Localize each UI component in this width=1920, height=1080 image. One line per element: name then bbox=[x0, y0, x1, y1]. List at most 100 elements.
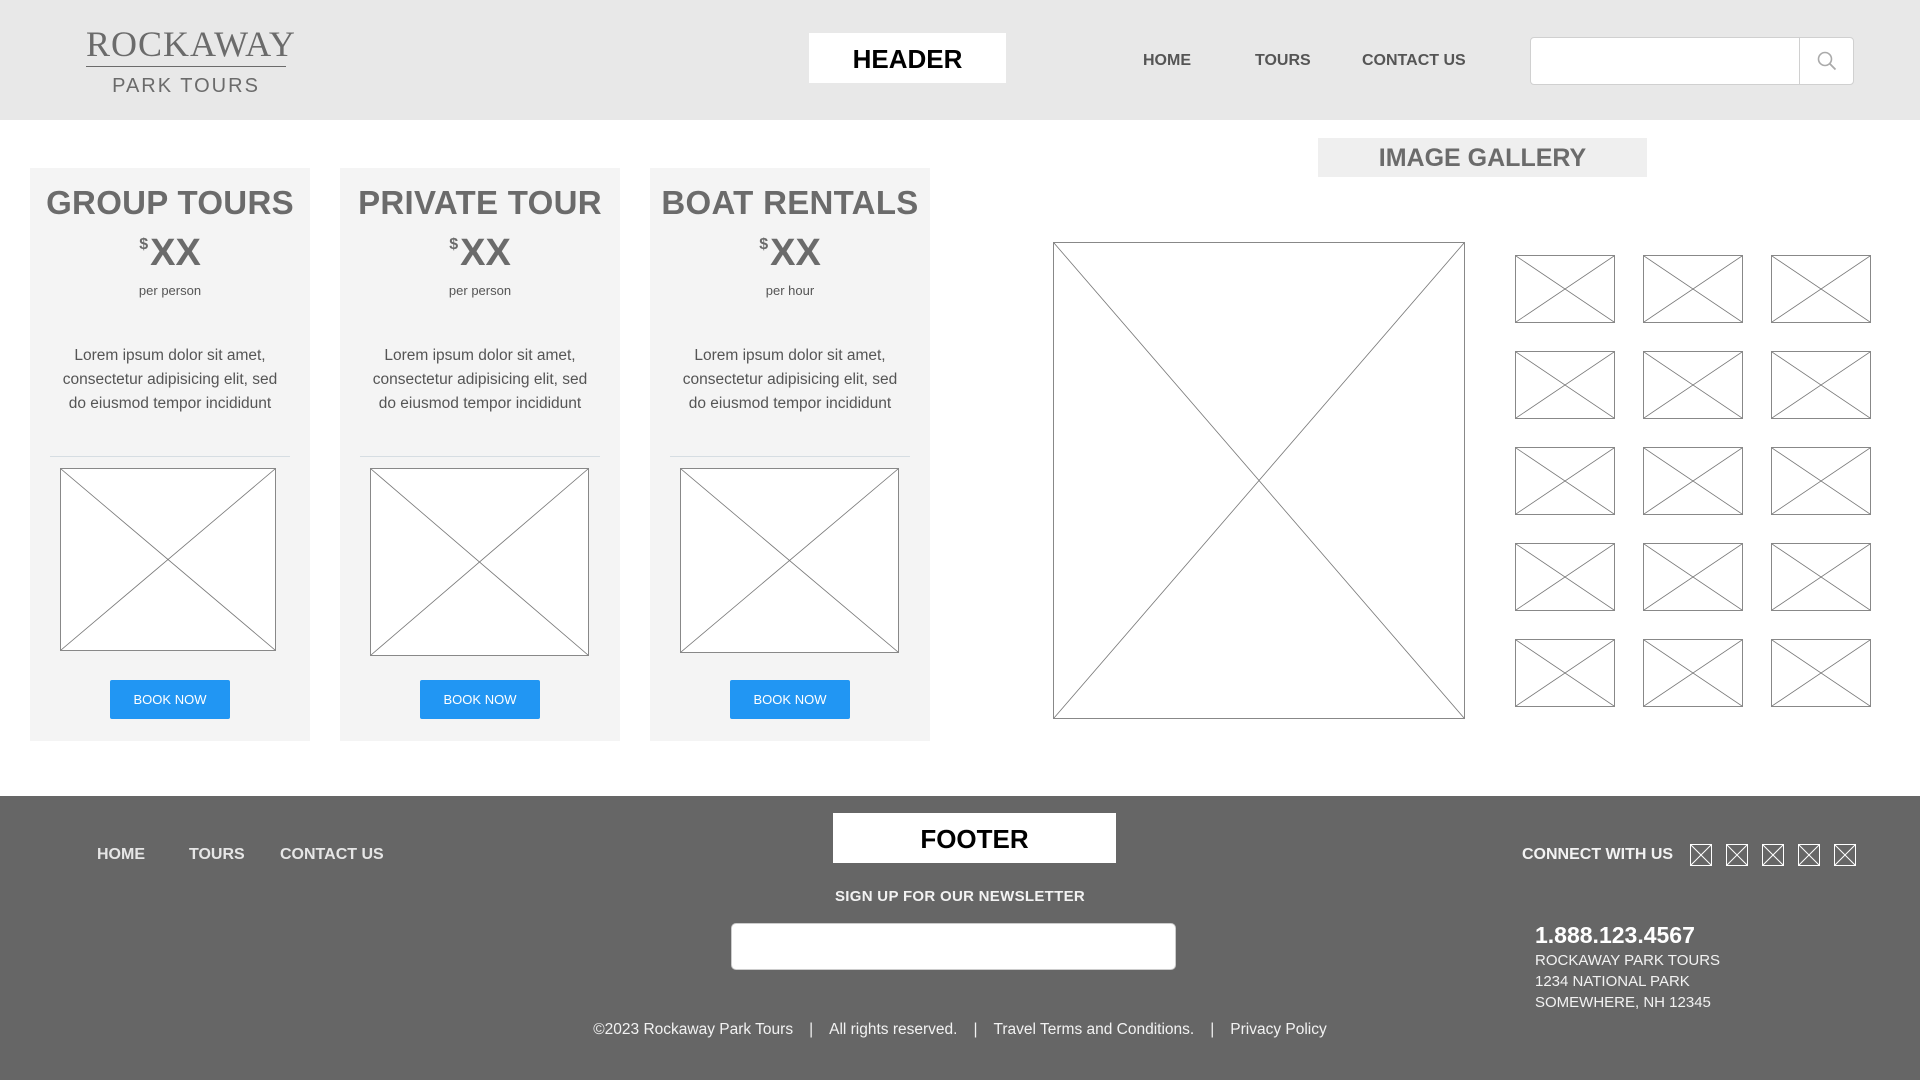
logo-title: ROCKAWAY bbox=[86, 24, 295, 67]
social-icon-1[interactable] bbox=[1690, 844, 1712, 866]
image-placeholder-icon bbox=[1054, 243, 1464, 718]
gallery-thumbnail[interactable] bbox=[1771, 255, 1871, 323]
currency-symbol: $ bbox=[139, 236, 149, 253]
gallery-thumbnail[interactable] bbox=[1643, 255, 1743, 323]
logo-subtitle: PARK TOURS bbox=[112, 75, 260, 97]
image-placeholder-icon bbox=[1516, 448, 1614, 514]
card-group-tours: GROUP TOURS $XX per person Lorem ipsum d… bbox=[30, 168, 310, 741]
gallery-title: IMAGE GALLERY bbox=[1318, 138, 1647, 177]
card-title: BOAT RENTALS bbox=[661, 184, 919, 221]
image-placeholder-icon bbox=[1772, 352, 1870, 418]
logo[interactable]: ROCKAWAY PARK TOURS bbox=[86, 24, 295, 98]
social-icon-5[interactable] bbox=[1834, 844, 1856, 866]
gallery-thumbnail[interactable] bbox=[1643, 639, 1743, 707]
image-placeholder-icon bbox=[1772, 448, 1870, 514]
social-icon-3[interactable] bbox=[1762, 844, 1784, 866]
site-header: ROCKAWAY PARK TOURS HEADER HOME TOURS CO… bbox=[0, 0, 1920, 120]
gallery-thumbnail[interactable] bbox=[1515, 255, 1615, 323]
legal-bar: ©2023 Rockaway Park Tours | All rights res… bbox=[0, 1021, 1920, 1039]
image-placeholder-icon bbox=[1516, 544, 1614, 610]
gallery-thumbnail[interactable] bbox=[1643, 543, 1743, 611]
separator: | bbox=[973, 1021, 978, 1038]
copyright-text: ©2023 Rockaway Park Tours bbox=[593, 1021, 794, 1038]
gallery-thumbnail[interactable] bbox=[1643, 351, 1743, 419]
card-description: Lorem ipsum dolor sit amet, consectetur … bbox=[62, 347, 278, 412]
card-description: Lorem ipsum dolor sit amet, consectetur … bbox=[372, 347, 588, 412]
connect-with-us-label: CONNECT WITH US bbox=[1522, 846, 1674, 863]
card-price: $XX bbox=[650, 232, 930, 275]
image-placeholder-icon bbox=[681, 469, 898, 652]
header-label: HEADER bbox=[809, 33, 1006, 83]
search-icon bbox=[1817, 51, 1836, 71]
search-box bbox=[1530, 37, 1854, 85]
search-button[interactable] bbox=[1799, 38, 1853, 84]
gallery-thumbnail[interactable] bbox=[1515, 351, 1615, 419]
card-price: $XX bbox=[30, 232, 310, 275]
separator: | bbox=[809, 1021, 814, 1038]
gallery-thumbnail[interactable] bbox=[1771, 351, 1871, 419]
nav-contact-us[interactable]: CONTACT US bbox=[1362, 52, 1466, 70]
card-private-tour: PRIVATE TOUR $XX per person Lorem ipsum … bbox=[340, 168, 620, 741]
address-line-1: ROCKAWAY PARK TOURS bbox=[1535, 952, 1721, 969]
phone-number[interactable]: 1.888.123.4567 bbox=[1535, 922, 1695, 949]
address-line-2: 1234 NATIONAL PARK bbox=[1535, 973, 1690, 990]
card-description: Lorem ipsum dolor sit amet, consectetur … bbox=[682, 347, 898, 412]
nav-home[interactable]: HOME bbox=[1143, 52, 1191, 70]
card-price: $XX bbox=[340, 232, 620, 275]
price-unit: per person bbox=[138, 283, 202, 298]
image-placeholder-icon bbox=[1644, 640, 1742, 706]
image-placeholder-icon bbox=[1516, 640, 1614, 706]
card-title: GROUP TOURS bbox=[46, 184, 294, 221]
rights-text: All rights reserved. bbox=[829, 1021, 958, 1038]
book-now-button[interactable]: BOOK NOW bbox=[420, 680, 540, 719]
card-title: PRIVATE TOUR bbox=[358, 184, 602, 221]
currency-symbol: $ bbox=[449, 236, 459, 253]
footer-label: FOOTER bbox=[833, 813, 1116, 863]
separator: | bbox=[1210, 1021, 1215, 1038]
privacy-link[interactable]: Privacy Policy bbox=[1230, 1021, 1326, 1038]
image-placeholder-icon bbox=[1644, 448, 1742, 514]
nav-tours[interactable]: TOURS bbox=[1255, 52, 1311, 70]
book-now-button[interactable]: BOOK NOW bbox=[730, 680, 850, 719]
gallery-thumbnail[interactable] bbox=[1515, 447, 1615, 515]
image-placeholder-icon bbox=[1644, 352, 1742, 418]
image-placeholder bbox=[60, 468, 276, 651]
terms-link[interactable]: Travel Terms and Conditions. bbox=[994, 1021, 1195, 1038]
image-placeholder-icon bbox=[1772, 544, 1870, 610]
gallery-thumbnail[interactable] bbox=[1515, 639, 1615, 707]
image-placeholder-icon bbox=[1772, 256, 1870, 322]
social-icon-4[interactable] bbox=[1798, 844, 1820, 866]
image-placeholder-icon bbox=[1644, 544, 1742, 610]
image-placeholder-icon bbox=[371, 469, 588, 655]
price-unit: per person bbox=[448, 283, 512, 298]
footer-nav-tours[interactable]: TOURS bbox=[189, 846, 245, 864]
footer-nav-contact-us[interactable]: CONTACT US bbox=[280, 846, 384, 864]
divider bbox=[360, 456, 600, 457]
gallery-thumbnail[interactable] bbox=[1771, 447, 1871, 515]
image-placeholder bbox=[370, 468, 589, 656]
image-placeholder-icon bbox=[61, 469, 275, 650]
newsletter-label: SIGN UP FOR OUR NEWSLETTER bbox=[834, 888, 1086, 905]
gallery-main-image[interactable] bbox=[1053, 242, 1465, 719]
search-input[interactable] bbox=[1531, 38, 1799, 84]
card-boat-rentals: BOAT RENTALS $XX per hour Lorem ipsum do… bbox=[650, 168, 930, 741]
price-unit: per hour bbox=[765, 283, 815, 298]
price-amount: XX bbox=[460, 232, 511, 274]
gallery-thumbnail[interactable] bbox=[1515, 543, 1615, 611]
divider bbox=[670, 456, 910, 457]
price-amount: XX bbox=[150, 232, 201, 274]
currency-symbol: $ bbox=[759, 236, 769, 253]
image-placeholder bbox=[680, 468, 899, 653]
book-now-button[interactable]: BOOK NOW bbox=[110, 680, 230, 719]
gallery-thumbnail[interactable] bbox=[1771, 543, 1871, 611]
newsletter-email-input[interactable] bbox=[731, 923, 1176, 970]
social-icon-2[interactable] bbox=[1726, 844, 1748, 866]
image-placeholder-icon bbox=[1644, 256, 1742, 322]
gallery-thumbnail[interactable] bbox=[1643, 447, 1743, 515]
footer-nav-home[interactable]: HOME bbox=[97, 846, 145, 864]
image-placeholder-icon bbox=[1516, 352, 1614, 418]
image-placeholder-icon bbox=[1516, 256, 1614, 322]
image-placeholder-icon bbox=[1772, 640, 1870, 706]
divider bbox=[50, 456, 290, 457]
gallery-thumbnail[interactable] bbox=[1771, 639, 1871, 707]
